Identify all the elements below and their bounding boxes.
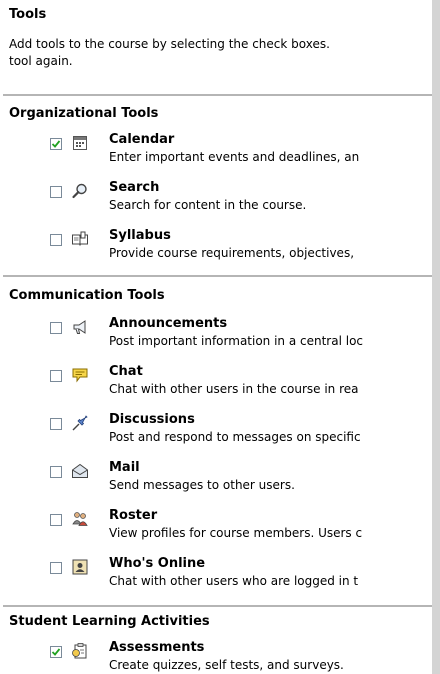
book-icon bbox=[71, 230, 89, 248]
tool-row-discussions: Discussions Post and respond to messages… bbox=[50, 412, 432, 454]
calendar-icon bbox=[71, 134, 89, 152]
pushpin-icon bbox=[71, 414, 89, 432]
tool-name: Announcements bbox=[109, 316, 228, 331]
tool-description: Provide course requirements, objectives, bbox=[109, 246, 355, 260]
tool-name: Who's Online bbox=[109, 556, 206, 571]
calendar-checkbox[interactable] bbox=[50, 138, 62, 150]
tool-name: Assessments bbox=[109, 640, 205, 655]
tool-row-whos-online: Who's Online Chat with other users who a… bbox=[50, 556, 432, 598]
tool-description: Post and respond to messages on specific bbox=[109, 430, 361, 444]
mail-checkbox[interactable] bbox=[50, 466, 62, 478]
assessments-checkbox[interactable] bbox=[50, 646, 62, 658]
tool-description: Enter important events and deadlines, an bbox=[109, 150, 360, 164]
tool-description: Search for content in the course. bbox=[109, 198, 307, 212]
tool-row-mail: Mail Send messages to other users. bbox=[50, 460, 432, 502]
chat-checkbox[interactable] bbox=[50, 370, 62, 382]
envelope-icon bbox=[71, 462, 89, 480]
announcements-checkbox[interactable] bbox=[50, 322, 62, 334]
section-divider bbox=[3, 275, 432, 277]
tool-row-assessments: Assessments Create quizzes, self tests, … bbox=[50, 640, 432, 674]
tool-description: Send messages to other users. bbox=[109, 478, 295, 492]
tool-row-chat: Chat Chat with other users in the course… bbox=[50, 364, 432, 406]
check-mark-icon bbox=[51, 140, 61, 148]
tool-description: View profiles for course members. Users … bbox=[109, 526, 363, 540]
tool-name: Roster bbox=[109, 508, 158, 523]
page-title: Tools bbox=[9, 7, 47, 22]
speech-bubble-icon bbox=[71, 366, 89, 384]
tool-name: Discussions bbox=[109, 412, 195, 427]
tool-description: Chat with other users in the course in r… bbox=[109, 382, 359, 396]
tool-description: Post important information in a central … bbox=[109, 334, 364, 348]
assessment-icon bbox=[71, 642, 89, 660]
check-mark-icon bbox=[51, 648, 61, 656]
course-tools-panel: Tools Add tools to the course by selecti… bbox=[0, 0, 432, 674]
intro-text: Add tools to the course by selecting the… bbox=[9, 36, 330, 70]
tool-row-calendar: Calendar Enter important events and dead… bbox=[50, 132, 432, 174]
tool-name: Syllabus bbox=[109, 228, 171, 243]
roster-checkbox[interactable] bbox=[50, 514, 62, 526]
section-title-organizational: Organizational Tools bbox=[9, 106, 159, 121]
people-icon bbox=[71, 510, 89, 528]
window-frame-edge bbox=[432, 0, 440, 674]
discussions-checkbox[interactable] bbox=[50, 418, 62, 430]
section-divider bbox=[3, 94, 432, 96]
tool-row-roster: Roster View profiles for course members.… bbox=[50, 508, 432, 550]
tool-row-syllabus: Syllabus Provide course requirements, ob… bbox=[50, 228, 432, 270]
tool-name: Search bbox=[109, 180, 160, 195]
megaphone-icon bbox=[71, 318, 89, 336]
online-users-icon bbox=[71, 558, 89, 576]
tool-name: Calendar bbox=[109, 132, 175, 147]
whos-online-checkbox[interactable] bbox=[50, 562, 62, 574]
intro-line-2: tool again. bbox=[9, 54, 73, 68]
tool-name: Mail bbox=[109, 460, 140, 475]
tool-name: Chat bbox=[109, 364, 143, 379]
section-title-communication: Communication Tools bbox=[9, 288, 165, 303]
magnifier-icon bbox=[71, 182, 89, 200]
intro-line-1: Add tools to the course by selecting the… bbox=[9, 37, 330, 51]
tool-description: Create quizzes, self tests, and surveys. bbox=[109, 658, 344, 672]
tool-row-search: Search Search for content in the course. bbox=[50, 180, 432, 222]
tool-description: Chat with other users who are logged in … bbox=[109, 574, 359, 588]
section-divider bbox=[3, 605, 432, 607]
search-checkbox[interactable] bbox=[50, 186, 62, 198]
tool-row-announcements: Announcements Post important information… bbox=[50, 316, 432, 358]
section-title-student-learning: Student Learning Activities bbox=[9, 614, 210, 629]
syllabus-checkbox[interactable] bbox=[50, 234, 62, 246]
